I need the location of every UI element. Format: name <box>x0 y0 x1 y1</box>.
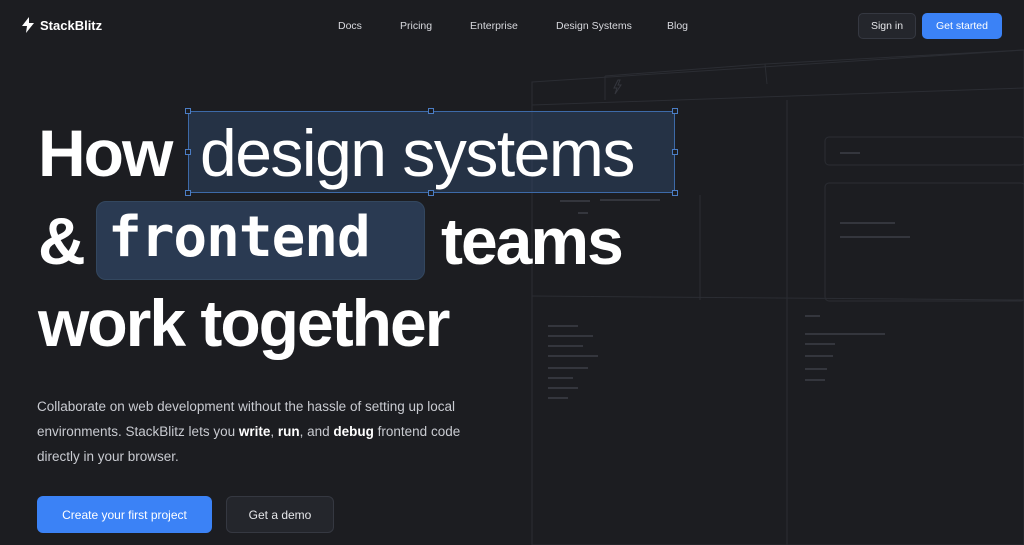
description-bold-debug: debug <box>333 424 374 439</box>
lightning-bolt-icon <box>22 17 34 33</box>
headline-ampersand: & <box>38 204 86 278</box>
headline-work-together: work together <box>38 286 450 360</box>
create-first-project-button[interactable]: Create your first project <box>37 496 212 533</box>
selection-handle <box>185 190 191 196</box>
selection-handle <box>672 190 678 196</box>
headline-frontend: frontend <box>108 205 371 270</box>
nav-link-blog[interactable]: Blog <box>667 20 688 32</box>
selection-handle <box>428 108 434 114</box>
selection-handle <box>672 108 678 114</box>
brand-logo[interactable]: StackBlitz <box>22 17 102 33</box>
description-bold-run: run <box>277 424 300 439</box>
selection-handle <box>672 149 678 155</box>
nav-link-design-systems[interactable]: Design Systems <box>556 20 632 32</box>
hero-section: How design systems & frontend teams work… <box>0 0 1024 545</box>
get-started-button[interactable]: Get started <box>922 13 1002 39</box>
brand-name: StackBlitz <box>40 17 103 33</box>
nav-link-pricing[interactable]: Pricing <box>400 20 432 32</box>
hero-description: Collaborate on web development without t… <box>37 394 477 469</box>
description-text: , <box>270 424 278 439</box>
selection-handle <box>428 190 434 196</box>
selection-handle <box>185 149 191 155</box>
top-navigation: StackBlitz Docs Pricing Enterprise Desig… <box>0 0 1024 52</box>
headline-how: How <box>38 116 173 190</box>
nav-link-docs[interactable]: Docs <box>338 20 362 32</box>
description-text: , and <box>299 424 334 439</box>
get-a-demo-button[interactable]: Get a demo <box>226 496 334 533</box>
sign-in-button[interactable]: Sign in <box>858 13 916 39</box>
headline-design-systems: design systems <box>200 116 635 190</box>
selection-handle <box>185 108 191 114</box>
nav-link-enterprise[interactable]: Enterprise <box>470 20 518 32</box>
headline-teams: teams <box>441 204 624 278</box>
description-bold-write: write <box>238 424 271 439</box>
